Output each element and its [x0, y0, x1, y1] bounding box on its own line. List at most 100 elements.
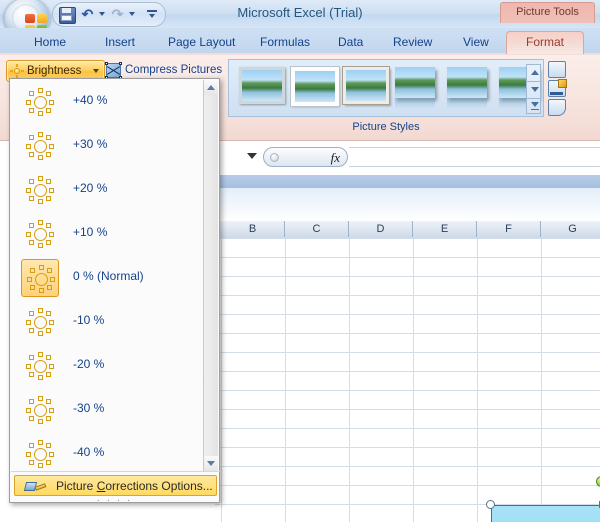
gallery-scroll-up-button[interactable]: [527, 65, 540, 81]
picture-styles-gallery[interactable]: [228, 59, 544, 117]
picture-styles-group-label: Picture Styles: [352, 121, 420, 133]
column-header-E[interactable]: E: [413, 221, 477, 237]
picture-style-thumb[interactable]: [291, 67, 339, 106]
brightness-option--30[interactable]: -30 %: [11, 388, 205, 432]
brightness-icon: [10, 64, 24, 78]
brightness-option-+40[interactable]: +40 %: [11, 80, 205, 124]
grid-row-line: [215, 485, 600, 486]
grid-column-line: [221, 238, 222, 522]
grid-column-line: [285, 238, 286, 522]
tab-formulas[interactable]: Formulas: [252, 31, 318, 53]
brightness-option-label: -40 %: [73, 445, 105, 459]
grid-row-line: [215, 333, 600, 334]
gallery-more-button[interactable]: [527, 99, 540, 115]
picture-border-icon[interactable]: [548, 79, 567, 97]
grid-row-line: [215, 352, 600, 353]
brightness-option--40[interactable]: -40 %: [11, 432, 205, 471]
menu-scroll-down-button[interactable]: [204, 456, 218, 471]
grid-column-line: [413, 238, 414, 522]
brightness-option--10[interactable]: -10 %: [11, 300, 205, 344]
column-header-G[interactable]: G: [541, 221, 600, 237]
excel-window: ↶ ↷ Microsoft Excel (Trial) Picture Tool…: [0, 0, 600, 522]
brightness-option-label: +40 %: [73, 93, 108, 107]
name-box-dropdown-icon[interactable]: [247, 153, 257, 159]
brightness-option-0normal[interactable]: 0 % (Normal): [11, 256, 205, 300]
brightness-sun-icon: [21, 259, 59, 297]
brightness-option-+20[interactable]: +20 %: [11, 168, 205, 212]
brightness-sun-icon: [21, 391, 59, 429]
picture-mountains-image[interactable]: [491, 505, 600, 522]
brightness-sun-icon: [21, 435, 59, 471]
brightness-option-label: -30 %: [73, 401, 105, 415]
menu-scrollbar[interactable]: [203, 80, 218, 471]
picture-effects-icon[interactable]: [548, 99, 566, 116]
brightness-option-label: +10 %: [73, 225, 108, 239]
grid-row-line: [215, 390, 600, 391]
compress-pictures-button[interactable]: Compress Pictures: [105, 60, 223, 80]
gallery-scroll-down-button[interactable]: [527, 82, 540, 98]
brightness-option-+30[interactable]: +30 %: [11, 124, 205, 168]
picture-shape-icon[interactable]: [548, 61, 566, 78]
picture-format-side-buttons: [548, 59, 568, 117]
picture-tools-context-label: Picture Tools: [500, 2, 595, 23]
brightness-options-list: +40 % +30 % +20 % +10 % 0 % (Normal) -10 % -20…: [11, 80, 205, 471]
picture-style-thumb[interactable]: [447, 67, 487, 109]
ribbon-tab-bar: Home Insert Page Layout Formulas Data Review V…: [0, 28, 600, 55]
brightness-option-label: +30 %: [73, 137, 108, 151]
picture-styles-group: Picture Styles: [228, 57, 568, 133]
picture-style-thumb[interactable]: [239, 67, 285, 104]
tab-insert[interactable]: Insert: [97, 31, 143, 53]
grid-row-line: [215, 276, 600, 277]
grid-row-line: [215, 428, 600, 429]
picture-corrections-options-item[interactable]: Picture Corrections Options...: [14, 475, 217, 496]
picture-style-thumb[interactable]: [395, 67, 435, 109]
tab-data[interactable]: Data: [330, 31, 371, 53]
brightness-sun-icon: [21, 215, 59, 253]
brightness-sun-icon: [21, 171, 59, 209]
tab-page-layout[interactable]: Page Layout: [160, 31, 243, 53]
picture-corrections-icon: [23, 479, 47, 494]
column-header-D[interactable]: D: [349, 221, 413, 237]
brightness-option-label: 0 % (Normal): [73, 269, 144, 283]
cell-grid[interactable]: [215, 238, 600, 522]
tab-view[interactable]: View: [455, 31, 497, 53]
brightness-dropdown-menu: +40 % +30 % +20 % +10 % 0 % (Normal) -10 % -20…: [9, 78, 220, 506]
compress-pictures-label: Compress Pictures: [125, 64, 223, 76]
formula-bar-row: fx: [215, 141, 600, 175]
brightness-option-label: -10 %: [73, 313, 105, 327]
menu-divider: [11, 471, 220, 472]
brightness-option-label: +20 %: [73, 181, 108, 195]
column-header-F[interactable]: F: [477, 221, 541, 237]
resize-handle-top-left[interactable]: [486, 500, 495, 509]
gallery-scrollbar[interactable]: [526, 64, 541, 114]
sheet-gradient-band: [215, 188, 600, 221]
menu-scroll-up-button[interactable]: [204, 80, 218, 95]
compress-pictures-icon: [105, 62, 122, 79]
brightness-option-+10[interactable]: +10 %: [11, 212, 205, 256]
grid-row-line: [215, 238, 600, 239]
grid-row-line: [215, 409, 600, 410]
rotate-handle[interactable]: [596, 476, 600, 487]
brightness-sun-icon: [21, 83, 59, 121]
selected-picture[interactable]: [486, 476, 600, 522]
tab-format[interactable]: Format: [506, 31, 584, 54]
brightness-sun-icon: [21, 347, 59, 385]
opt-text-post: orrections Options...: [105, 479, 213, 493]
brightness-sun-icon: [21, 303, 59, 341]
fx-label: fx: [330, 150, 340, 165]
tab-home[interactable]: Home: [26, 31, 74, 53]
picture-style-thumb[interactable]: [343, 67, 389, 104]
column-header-C[interactable]: C: [285, 221, 349, 237]
grid-column-line: [541, 238, 542, 522]
brightness-option-label: -20 %: [73, 357, 105, 371]
tab-review[interactable]: Review: [385, 31, 440, 53]
formula-input[interactable]: [349, 147, 600, 167]
insert-function-button[interactable]: fx: [263, 147, 348, 167]
grid-row-line: [215, 295, 600, 296]
brightness-option--20[interactable]: -20 %: [11, 344, 205, 388]
column-header-B[interactable]: B: [221, 221, 285, 237]
chevron-down-icon[interactable]: [93, 69, 99, 73]
grid-column-line: [349, 238, 350, 522]
menu-grip[interactable]: · · · ·: [10, 496, 219, 506]
picture-corrections-options-label: Picture Corrections Options...: [56, 479, 213, 493]
